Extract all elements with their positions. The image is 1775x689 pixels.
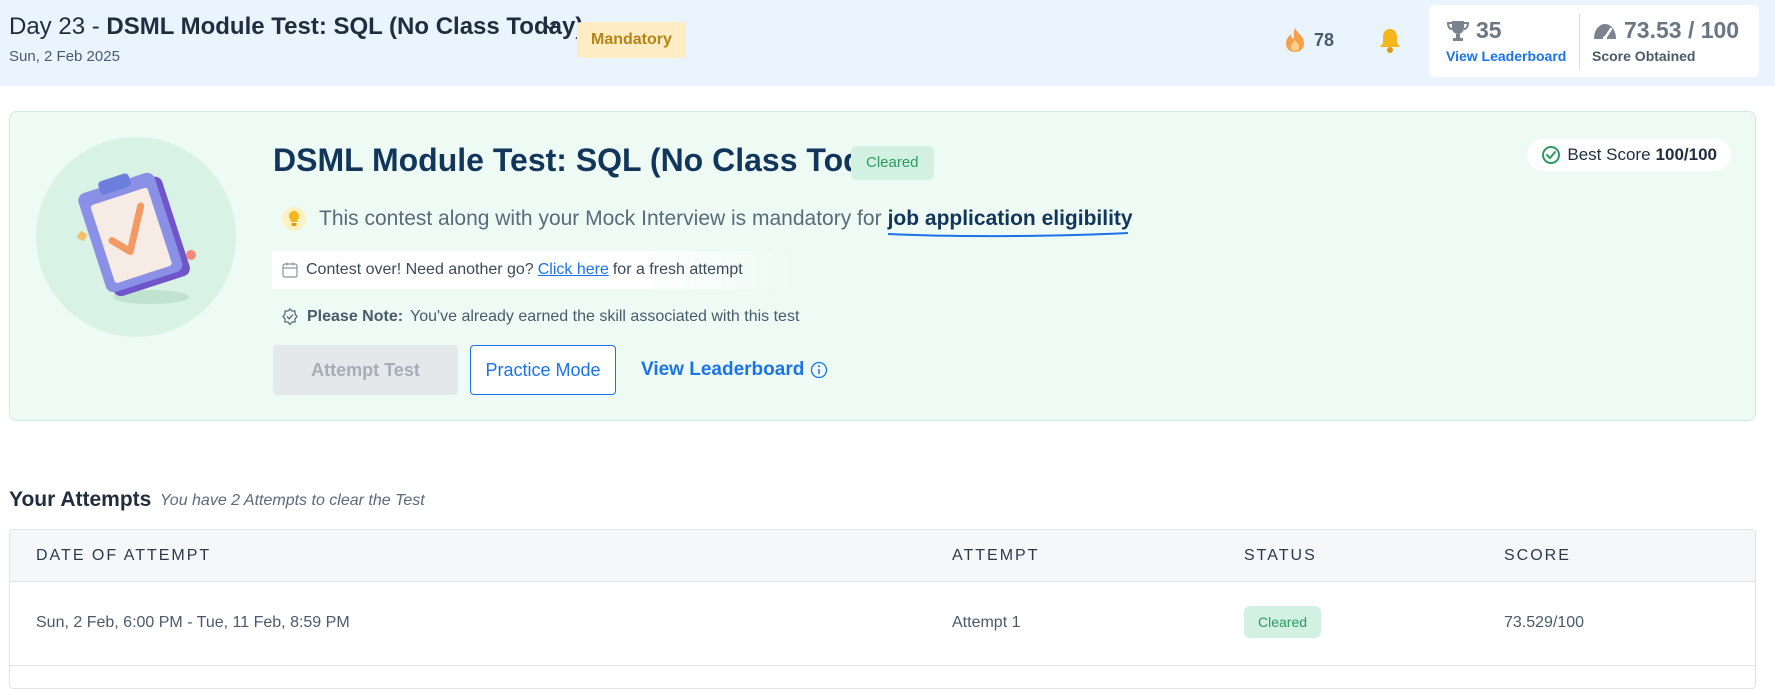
retry-notice: Contest over! Need another go? Click her… [272, 251, 792, 289]
please-note: Please Note: You've already earned the s… [281, 308, 799, 326]
column-header-score: SCORE [1504, 547, 1571, 564]
attempt-test-button[interactable]: Attempt Test [273, 345, 458, 395]
rank-value: 35 [1476, 17, 1502, 43]
info-icon[interactable] [810, 361, 828, 379]
attempt-score: 73.529/100 [1504, 614, 1585, 631]
retry-text-after: for a fresh attempt [612, 261, 743, 278]
attempt-date: Sun, 2 Feb, 6:00 PM - Tue, 11 Feb, 8:59 … [36, 614, 350, 631]
mandatory-text: This contest along with your Mock Interv… [319, 207, 882, 230]
streak-count: 78 [1314, 29, 1335, 50]
clipboard-icon [77, 172, 196, 304]
chevron-down-icon[interactable] [540, 17, 560, 37]
score-label: Score Obtained [1592, 48, 1696, 64]
calendar-icon [282, 262, 298, 278]
contest-title: DSML Module Test: SQL (No Class Today) [273, 142, 909, 178]
attempts-heading: Your Attempts [9, 488, 152, 511]
status-badge: Cleared [851, 146, 934, 180]
score-value: 73.53 / 100 [1624, 17, 1740, 43]
contest-date: Sun, 2 Feb 2025 [9, 48, 120, 65]
underline-scribble [887, 232, 1128, 238]
day-prefix: Day 23 - [9, 13, 107, 40]
verified-badge-icon [282, 308, 298, 326]
rank-stat: 35 View Leaderboard [1446, 17, 1566, 64]
mandatory-notice: This contest along with your Mock Interv… [281, 206, 1133, 238]
stats-divider [1579, 13, 1580, 69]
fresh-attempt-link[interactable]: Click here [538, 261, 609, 279]
flame-icon [1286, 28, 1304, 52]
column-header-date: DATE OF ATTEMPT [36, 547, 212, 564]
best-score-label: Best Score [1567, 145, 1651, 164]
check-circle-icon [1542, 146, 1561, 164]
contest-name: DSML Module Test: SQL (No Class Today) [106, 13, 584, 40]
gauge-icon [1594, 23, 1616, 40]
table-header: DATE OF ATTEMPT ATTEMPT STATUS SCORE [10, 530, 1755, 582]
attempts-table: DATE OF ATTEMPT ATTEMPT STATUS SCORE Sun… [9, 529, 1756, 689]
note-text: You've already earned the skill associat… [410, 308, 800, 325]
contest-illustration [36, 137, 236, 337]
column-header-attempt: ATTEMPT [952, 547, 1040, 564]
table-row[interactable]: Sun, 2 Feb, 6:00 PM - Tue, 11 Feb, 8:59 … [10, 582, 1755, 666]
lightbulb-icon [282, 207, 306, 231]
score-stat: 73.53 / 100 Score Obtained [1592, 17, 1739, 64]
attempt-number: Attempt 1 [952, 614, 1021, 631]
stats-card: 35 View Leaderboard 73.53 / 100 Score Ob… [1429, 5, 1759, 77]
column-header-status: STATUS [1244, 547, 1317, 564]
view-leaderboard-link[interactable]: View Leaderboard [1446, 48, 1566, 64]
eligibility-text: job application eligibility [887, 207, 1133, 230]
attempts-subtitle: You have 2 Attempts to clear the Test [160, 492, 425, 509]
trophy-icon [1446, 20, 1470, 41]
note-label: Please Note: [307, 308, 404, 325]
best-score-badge: Best Score 100/100 [1527, 139, 1731, 171]
eligibility-emphasis: job application eligibility [887, 207, 1133, 238]
best-score-value: 100/100 [1655, 145, 1717, 164]
view-leaderboard-link-main[interactable]: View Leaderboard [641, 359, 828, 381]
page-title[interactable]: Day 23 - DSML Module Test: SQL (No Class… [9, 13, 583, 41]
bell-icon[interactable] [1376, 26, 1404, 54]
contest-card: DSML Module Test: SQL (No Class Today) C… [9, 111, 1756, 421]
attempt-status-badge: Cleared [1244, 606, 1322, 638]
top-header: Day 23 - DSML Module Test: SQL (No Class… [0, 0, 1775, 86]
leaderboard-link-label: View Leaderboard [641, 359, 805, 380]
retry-text-before: Contest over! Need another go? [306, 261, 534, 278]
practice-mode-button[interactable]: Practice Mode [470, 345, 616, 395]
mandatory-badge: Mandatory [577, 22, 686, 58]
streak-counter[interactable]: 78 [1284, 25, 1334, 55]
